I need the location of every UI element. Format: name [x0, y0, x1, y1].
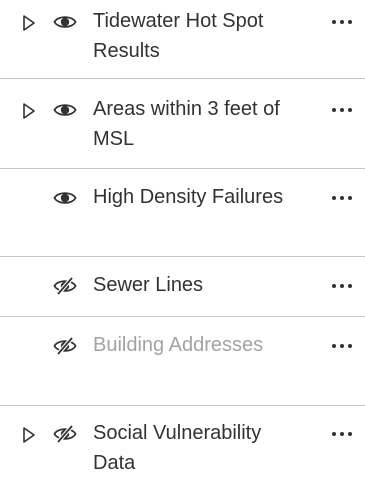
layer-list: Tidewater Hot Spot Results Areas within … — [0, 0, 365, 479]
layer-row-sewer-lines[interactable]: Sewer Lines — [0, 266, 365, 310]
eye-icon[interactable] — [53, 186, 77, 210]
divider — [0, 405, 365, 406]
layer-row-areas-within-3-feet-of-msl[interactable]: Areas within 3 feet of MSL — [0, 90, 365, 162]
layer-label[interactable]: Sewer Lines — [93, 270, 308, 300]
caret-right-icon[interactable] — [22, 426, 36, 444]
divider — [0, 168, 365, 169]
layer-row-high-density-failures[interactable]: High Density Failures — [0, 178, 365, 250]
layer-row-social-vulnerability-data[interactable]: Social Vulnerability Data — [0, 414, 365, 478]
caret-right-icon[interactable] — [22, 102, 36, 120]
caret-right-icon[interactable] — [22, 14, 36, 32]
layer-label[interactable]: Building Addresses — [93, 330, 308, 360]
ellipsis-icon[interactable] — [330, 12, 354, 32]
layer-label[interactable]: Tidewater Hot Spot Results — [93, 6, 308, 66]
divider — [0, 256, 365, 257]
ellipsis-icon[interactable] — [330, 276, 354, 296]
layer-label[interactable]: Social Vulnerability Data — [93, 418, 308, 478]
layer-label[interactable]: Areas within 3 feet of MSL — [93, 94, 308, 154]
eye-icon[interactable] — [53, 10, 77, 34]
divider — [0, 78, 365, 79]
ellipsis-icon[interactable] — [330, 336, 354, 356]
layer-row-tidewater-hot-spot-results[interactable]: Tidewater Hot Spot Results — [0, 2, 365, 75]
layer-label[interactable]: High Density Failures — [93, 182, 308, 212]
ellipsis-icon[interactable] — [330, 100, 354, 120]
eye-off-icon[interactable] — [53, 422, 77, 446]
divider — [0, 316, 365, 317]
eye-off-icon[interactable] — [53, 274, 77, 298]
eye-icon[interactable] — [53, 98, 77, 122]
ellipsis-icon[interactable] — [330, 188, 354, 208]
eye-off-icon[interactable] — [53, 334, 77, 358]
ellipsis-icon[interactable] — [330, 424, 354, 444]
layer-row-building-addresses[interactable]: Building Addresses — [0, 326, 365, 398]
